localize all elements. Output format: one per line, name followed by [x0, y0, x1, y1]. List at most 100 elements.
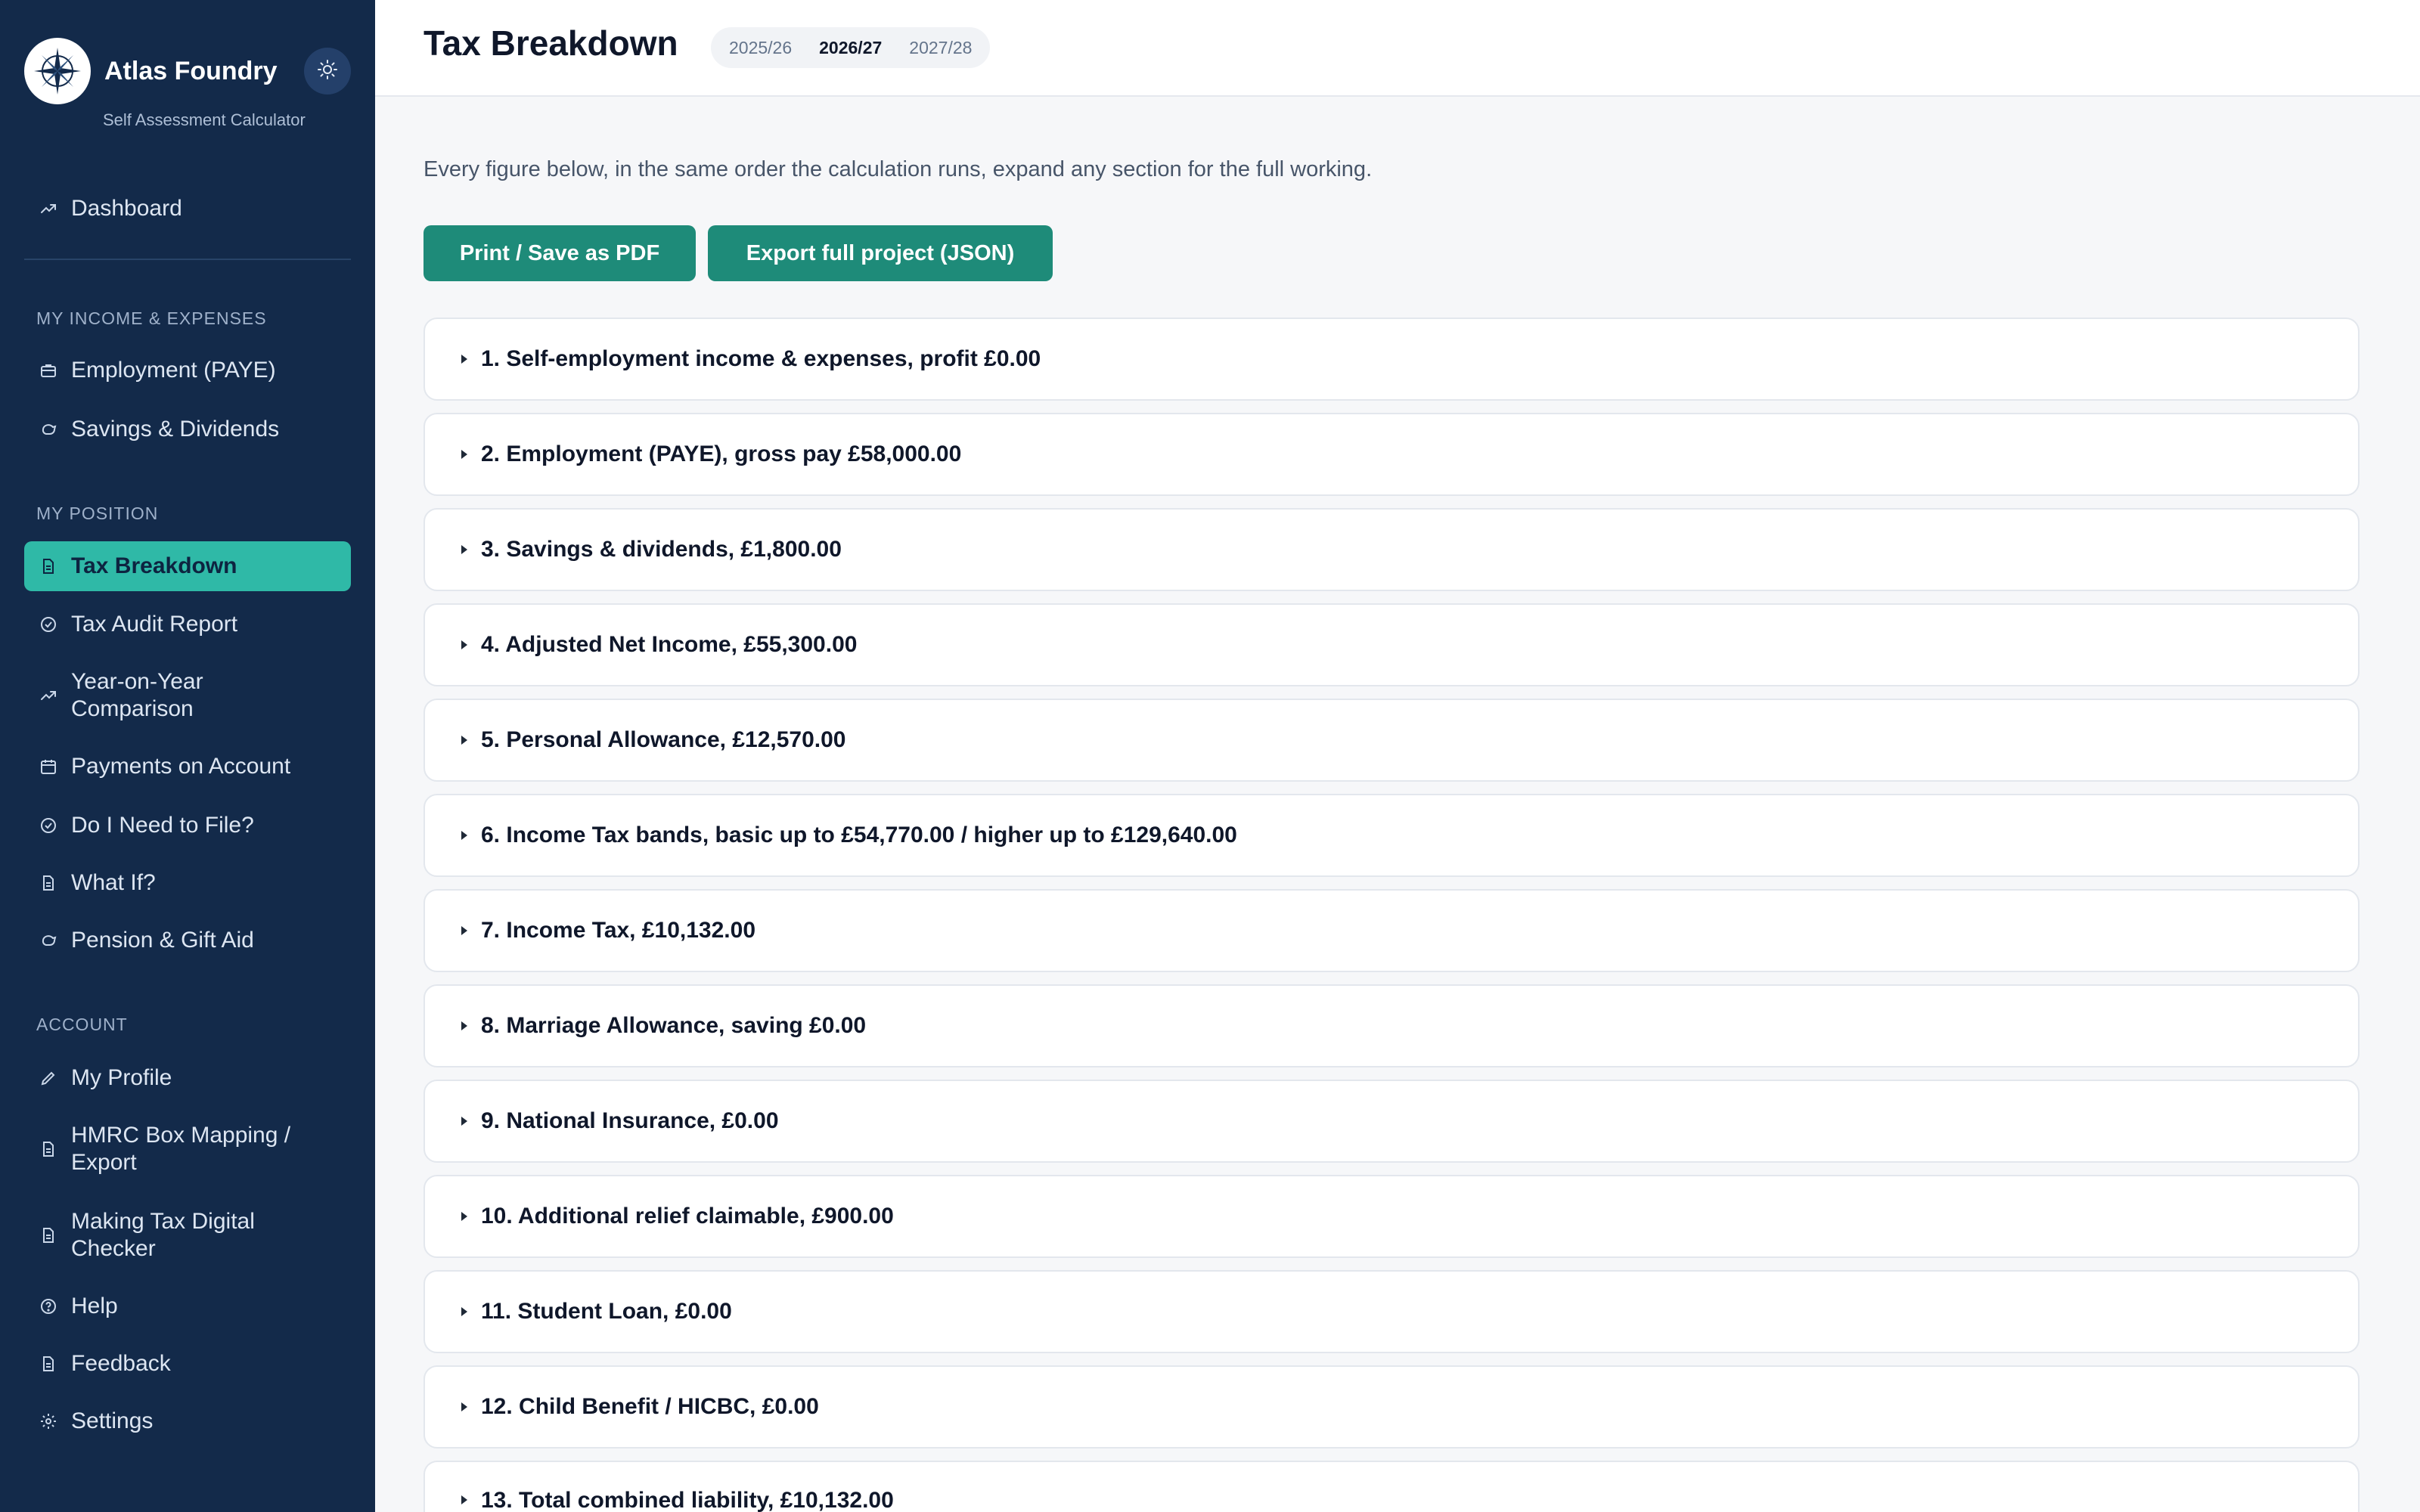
sidebar-item-label: Dashboard — [71, 196, 182, 221]
sidebar-item-label: My Profile — [71, 1065, 172, 1090]
sidebar-item-label: Year-on-Year Comparison — [71, 669, 203, 721]
sidebar-item-savings[interactable]: Savings & Dividends — [24, 413, 351, 446]
section-total-liability[interactable]: 13. Total combined liability, £10,132.00 — [424, 1461, 2360, 1512]
print-save-pdf-button[interactable]: Print / Save as PDF — [424, 225, 696, 281]
sidebar-item-mtd-checker[interactable]: Making Tax Digital Checker — [24, 1205, 351, 1266]
section-title: 12. Child Benefit / HICBC, £0.00 — [481, 1394, 819, 1419]
section-self-employment[interactable]: 1. Self-employment income & expenses, pr… — [424, 318, 2360, 401]
section-label-income: MY INCOME & EXPENSES — [36, 308, 267, 328]
section-personal-allowance[interactable]: 5. Personal Allowance, £12,570.00 — [424, 699, 2360, 782]
disclosure-triangle-icon — [461, 450, 467, 459]
sidebar-item-hmrc-box-mapping[interactable]: HMRC Box Mapping / Export — [24, 1119, 351, 1179]
section-title: 2. Employment (PAYE), gross pay £58,000.… — [481, 442, 962, 466]
document-icon — [36, 554, 60, 578]
sidebar-item-label: HMRC Box Mapping / Export — [71, 1123, 291, 1175]
section-marriage-allowance[interactable]: 8. Marriage Allowance, saving £0.00 — [424, 984, 2360, 1067]
section-title: 13. Total combined liability, £10,132.00 — [481, 1488, 894, 1512]
disclosure-triangle-icon — [461, 1402, 467, 1411]
sidebar-item-label: Help — [71, 1294, 118, 1318]
help-circle-icon — [36, 1294, 60, 1318]
sun-icon — [317, 59, 338, 84]
section-title: 3. Savings & dividends, £1,800.00 — [481, 537, 842, 562]
disclosure-triangle-icon — [461, 545, 467, 554]
page-title: Tax Breakdown — [424, 23, 678, 63]
sidebar-item-tax-breakdown[interactable]: Tax Breakdown — [24, 541, 351, 591]
disclosure-triangle-icon — [461, 736, 467, 745]
section-adjusted-net-income[interactable]: 4. Adjusted Net Income, £55,300.00 — [424, 603, 2360, 686]
section-title: 1. Self-employment income & expenses, pr… — [481, 346, 1041, 371]
disclosure-triangle-icon — [461, 640, 467, 649]
tab-year-2027-28[interactable]: 2027/28 — [895, 31, 985, 64]
tab-year-2026-27[interactable]: 2026/27 — [805, 31, 895, 64]
document-icon — [36, 1352, 60, 1376]
brand-name: Atlas Foundry — [104, 56, 278, 85]
sidebar-item-dashboard[interactable]: Dashboard — [24, 192, 351, 225]
gear-icon — [36, 1409, 60, 1433]
disclosure-triangle-icon — [461, 926, 467, 935]
sidebar-item-label: What If? — [71, 870, 156, 895]
sidebar-item-employment[interactable]: Employment (PAYE) — [24, 354, 351, 387]
sidebar-item-year-comparison[interactable]: Year-on-Year Comparison — [24, 665, 351, 726]
check-circle-icon — [36, 813, 60, 838]
page-header: Tax Breakdown 2025/26 2026/27 2027/28 — [375, 0, 2420, 97]
tax-year-selector: 2025/26 2026/27 2027/28 — [711, 27, 991, 68]
section-label-position: MY POSITION — [36, 503, 159, 523]
sidebar-item-label: Feedback — [71, 1351, 171, 1376]
sidebar-item-label: Savings & Dividends — [71, 417, 280, 442]
section-title: 5. Personal Allowance, £12,570.00 — [481, 727, 846, 752]
brand: Atlas Foundry — [24, 36, 351, 106]
section-income-tax-bands[interactable]: 6. Income Tax bands, basic up to £54,770… — [424, 794, 2360, 877]
intro-text: Every figure below, in the same order th… — [424, 157, 1373, 181]
sidebar-item-label: Do I Need to File? — [71, 813, 254, 838]
section-label-account: ACCOUNT — [36, 1015, 128, 1034]
theme-toggle-button[interactable] — [304, 48, 351, 94]
piggy-bank-icon — [36, 928, 60, 953]
section-income-tax[interactable]: 7. Income Tax, £10,132.00 — [424, 889, 2360, 972]
section-child-benefit[interactable]: 12. Child Benefit / HICBC, £0.00 — [424, 1365, 2360, 1448]
disclosure-triangle-icon — [461, 1117, 467, 1126]
section-title: 4. Adjusted Net Income, £55,300.00 — [481, 632, 858, 657]
section-employment[interactable]: 2. Employment (PAYE), gross pay £58,000.… — [424, 413, 2360, 496]
section-additional-relief[interactable]: 10. Additional relief claimable, £900.00 — [424, 1175, 2360, 1258]
pencil-icon — [36, 1066, 60, 1090]
disclosure-triangle-icon — [461, 1212, 467, 1221]
section-student-loan[interactable]: 11. Student Loan, £0.00 — [424, 1270, 2360, 1353]
sidebar-item-payments-on-account[interactable]: Payments on Account — [24, 750, 351, 783]
disclosure-triangle-icon — [461, 1495, 467, 1504]
sidebar-item-label: Tax Audit Report — [71, 612, 238, 637]
disclosure-triangle-icon — [461, 1021, 467, 1030]
section-title: 9. National Insurance, £0.00 — [481, 1108, 779, 1133]
section-savings-dividends[interactable]: 3. Savings & dividends, £1,800.00 — [424, 508, 2360, 591]
sidebar-divider — [24, 259, 351, 260]
compass-logo-icon — [24, 38, 91, 104]
section-title: 8. Marriage Allowance, saving £0.00 — [481, 1013, 867, 1038]
sidebar-item-feedback[interactable]: Feedback — [24, 1347, 351, 1380]
document-icon — [36, 1223, 60, 1247]
sidebar-item-label: Employment (PAYE) — [71, 358, 276, 383]
section-title: 10. Additional relief claimable, £900.00 — [481, 1204, 894, 1228]
tab-year-2025-26[interactable]: 2025/26 — [715, 31, 805, 64]
sidebar-item-label: Tax Breakdown — [71, 553, 237, 578]
document-icon — [36, 1137, 60, 1161]
sidebar-item-need-to-file[interactable]: Do I Need to File? — [24, 809, 351, 842]
sidebar-item-my-profile[interactable]: My Profile — [24, 1061, 351, 1095]
section-national-insurance[interactable]: 9. National Insurance, £0.00 — [424, 1080, 2360, 1163]
sidebar-item-what-if[interactable]: What If? — [24, 866, 351, 900]
sidebar-item-tax-audit[interactable]: Tax Audit Report — [24, 608, 351, 641]
sidebar-item-label: Payments on Account — [71, 754, 291, 779]
sidebar-item-settings[interactable]: Settings — [24, 1405, 351, 1438]
piggy-bank-icon — [36, 417, 60, 442]
sidebar: Atlas Foundry Self Assessment Calculator… — [0, 0, 375, 1512]
sidebar-item-pension-gift-aid[interactable]: Pension & Gift Aid — [24, 924, 351, 957]
disclosure-triangle-icon — [461, 355, 467, 364]
trend-icon — [36, 683, 60, 708]
briefcase-icon — [36, 358, 60, 383]
sidebar-item-help[interactable]: Help — [24, 1290, 351, 1323]
section-title: 6. Income Tax bands, basic up to £54,770… — [481, 823, 1237, 847]
calendar-icon — [36, 754, 60, 779]
brand-subtitle: Self Assessment Calculator — [103, 110, 306, 129]
document-icon — [36, 871, 60, 895]
export-json-button[interactable]: Export full project (JSON) — [708, 225, 1053, 281]
sidebar-item-label: Settings — [71, 1408, 154, 1433]
sidebar-item-label: Making Tax Digital Checker — [71, 1209, 255, 1261]
